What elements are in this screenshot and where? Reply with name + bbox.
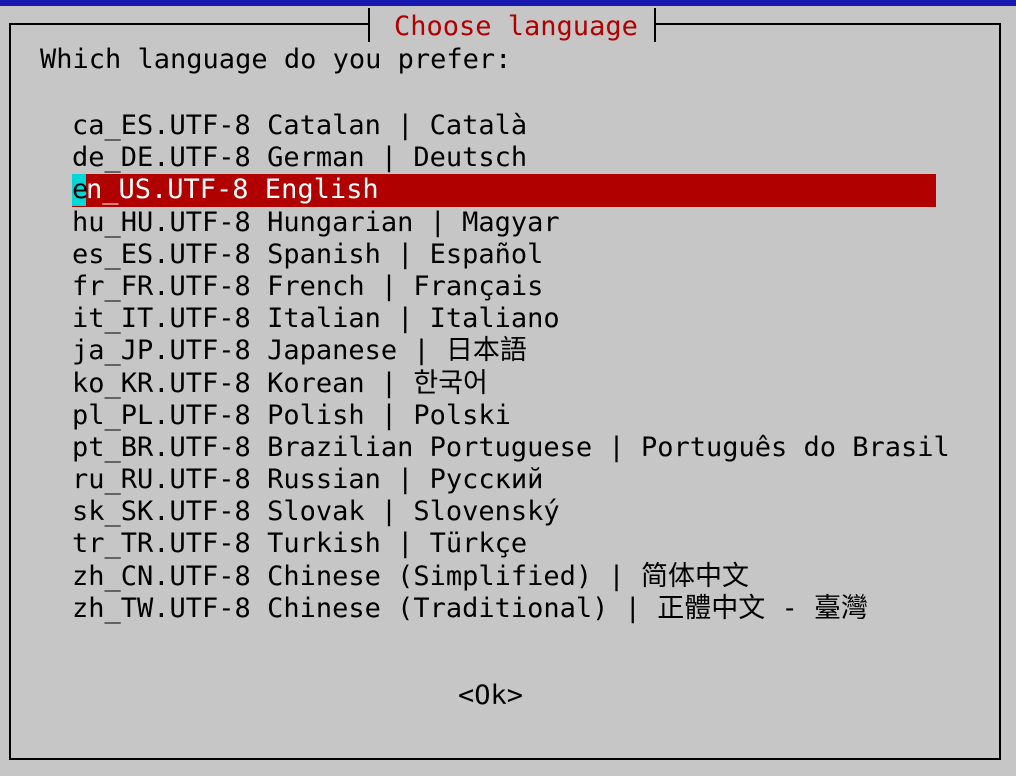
language-option[interactable]: pt_BR.UTF-8 Brazilian Portuguese | Portu… <box>72 432 950 464</box>
language-option[interactable]: it_IT.UTF-8 Italian | Italiano <box>72 303 950 335</box>
language-option[interactable]: sk_SK.UTF-8 Slovak | Slovenský <box>72 496 950 528</box>
ok-button[interactable]: <Ok> <box>458 680 523 712</box>
installer-screen: Choose language Which language do you pr… <box>0 0 1016 776</box>
language-option[interactable]: en_US.UTF-8 English <box>72 174 936 207</box>
language-option[interactable]: fr_FR.UTF-8 French | Français <box>72 271 950 303</box>
top-bar <box>0 0 1016 6</box>
language-option[interactable]: hu_HU.UTF-8 Hungarian | Magyar <box>72 207 950 239</box>
language-option[interactable]: ru_RU.UTF-8 Russian | Русский <box>72 464 950 496</box>
language-option[interactable]: pl_PL.UTF-8 Polish | Polski <box>72 400 950 432</box>
language-option-label: n_US.UTF-8 English <box>86 174 379 206</box>
text-cursor: e <box>72 174 89 207</box>
language-option[interactable]: tr_TR.UTF-8 Turkish | Türkçe <box>72 528 950 560</box>
language-option[interactable]: ja_JP.UTF-8 Japanese | 日本語 <box>72 335 950 367</box>
dialog-prompt: Which language do you prefer: <box>40 44 512 75</box>
language-option[interactable]: zh_TW.UTF-8 Chinese (Traditional) | 正體中文… <box>72 593 950 625</box>
language-list[interactable]: ca_ES.UTF-8 Catalan | Català de_DE.UTF-8 … <box>72 110 950 625</box>
language-option[interactable]: de_DE.UTF-8 German | Deutsch <box>72 142 950 174</box>
language-option[interactable]: zh_CN.UTF-8 Chinese (Simplified) | 简体中文 <box>72 561 950 593</box>
dialog-title: Choose language <box>368 8 656 42</box>
language-option[interactable]: ko_KR.UTF-8 Korean | 한국어 <box>72 368 950 400</box>
language-option[interactable]: es_ES.UTF-8 Spanish | Español <box>72 239 950 271</box>
language-option[interactable]: ca_ES.UTF-8 Catalan | Català <box>72 110 950 142</box>
